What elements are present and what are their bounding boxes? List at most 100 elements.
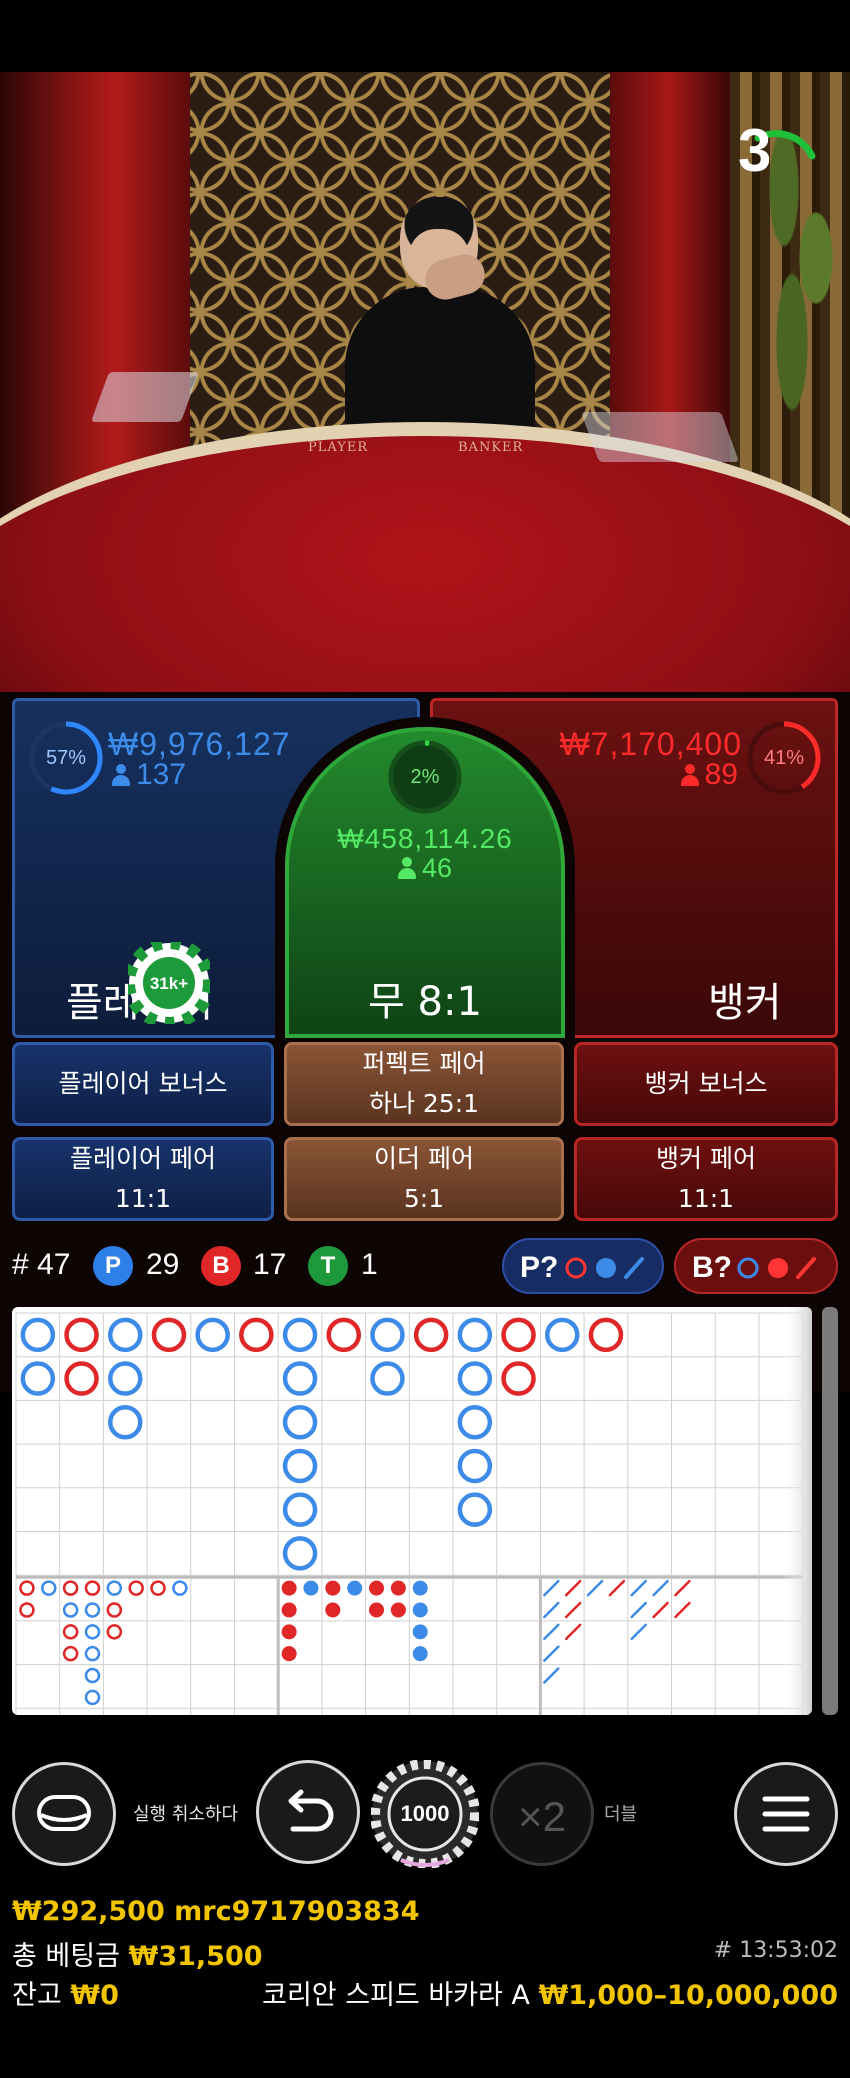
big-eye-road-mark: [128, 1580, 144, 1596]
felt-player-text: PLAYER: [308, 440, 369, 455]
table-info: 코리안 스피드 바카라 A ₩1,000–10,000,000: [262, 1973, 838, 2012]
tie-bet-spot[interactable]: 2% ₩458,114.26 46 무 8:1: [285, 727, 565, 1038]
big-eye-road-mark: [19, 1580, 35, 1596]
cockroach-road-mark: [630, 1601, 647, 1619]
player-bonus-button[interactable]: 플레이어 보너스: [12, 1042, 274, 1126]
perfect-pair-button[interactable]: 퍼펙트 페어 하나 25:1: [284, 1042, 564, 1126]
player-pair-button[interactable]: 플레이어 페어 11:1: [12, 1137, 274, 1221]
small-road-mark: [390, 1602, 406, 1618]
placed-chip-label: 31k+: [150, 974, 188, 993]
player-percent: 57%: [45, 747, 87, 769]
banker-bonus-button[interactable]: 뱅커 보너스: [574, 1042, 838, 1126]
small-road-mark: [281, 1646, 297, 1662]
cockroach-road-mark: [564, 1623, 582, 1641]
game-statistics: # 47 P 29 B 17 T 1 P? B?: [0, 1238, 850, 1294]
banker-predict-icons: [737, 1257, 816, 1279]
green-chip-icon: 31k+: [123, 937, 215, 1029]
banker-win-mark: [501, 1317, 536, 1353]
double-symbol: ×2: [518, 1793, 566, 1840]
player-predict-label: P?: [520, 1251, 559, 1284]
small-road-mark: [369, 1580, 385, 1596]
big-eye-road-mark: [19, 1602, 35, 1618]
player-win-mark: [282, 1492, 318, 1527]
player-win-mark: [108, 1405, 143, 1440]
player-win-mark: [282, 1448, 318, 1484]
player-pair-label: 플레이어 페어: [70, 1144, 216, 1173]
round-number: # 47: [12, 1248, 71, 1281]
roadmap-scoreboard[interactable]: [12, 1307, 812, 1715]
lobby-table-icon: [37, 1795, 91, 1831]
placed-chip[interactable]: 31k+: [123, 937, 215, 1029]
tie-percent-ring: 2%: [387, 739, 463, 815]
card-shoe-right: [580, 412, 740, 462]
menu-button[interactable]: [734, 1762, 838, 1866]
cockroach-road-mark: [608, 1579, 626, 1597]
person-icon: [112, 764, 130, 786]
cockroach-road-mark: [652, 1579, 669, 1597]
balance-label: 잔고: [12, 1980, 62, 2011]
small-road-mark: [412, 1624, 428, 1640]
double-label: 더블: [604, 1804, 638, 1825]
roadmap-scrollbar[interactable]: [822, 1307, 838, 1715]
table-name: 코리안 스피드 바카라 A: [262, 1980, 530, 2011]
person-icon: [397, 857, 416, 879]
player-win-mark: [370, 1361, 405, 1396]
player-win-mark: [282, 1536, 318, 1571]
small-road-mark: [412, 1602, 428, 1618]
player-win-mark: [457, 1361, 493, 1396]
total-bet-label: 총 베팅금: [12, 1941, 120, 1972]
double-button[interactable]: ×2: [490, 1762, 594, 1866]
tie-wins-badge: T: [308, 1246, 348, 1286]
tie-percent: 2%: [410, 766, 440, 788]
game-time: # 13:53:02: [713, 1938, 838, 1963]
player-win-mark: [20, 1361, 56, 1396]
roadmap-grid: [15, 1307, 812, 1715]
chip-icon: 1000: [370, 1759, 480, 1869]
small-road-mark: [347, 1580, 363, 1596]
player-predict-icons: [565, 1257, 644, 1279]
countdown-timer: 3: [730, 102, 830, 202]
banker-win-mark: [64, 1361, 99, 1396]
tie-count-value: 46: [421, 853, 453, 883]
either-pair-button[interactable]: 이더 페어 5:1: [284, 1137, 564, 1221]
banker-wins-badge: B: [201, 1246, 241, 1286]
small-road-mark: [281, 1580, 297, 1596]
big-eye-road-mark: [62, 1580, 79, 1596]
banker-wins-count: 17: [253, 1248, 287, 1281]
small-road-mark: [412, 1646, 428, 1662]
live-video-feed: PLAYER BANKER 3: [0, 72, 850, 692]
big-eye-road-mark: [84, 1602, 101, 1618]
small-road-mark: [325, 1602, 341, 1618]
banker-bonus-label: 뱅커 보너스: [644, 1069, 768, 1098]
player-win-mark: [457, 1492, 493, 1527]
player-win-mark: [108, 1361, 143, 1396]
perfect-pair-label: 퍼펙트 페어: [362, 1049, 486, 1078]
player-predict-button[interactable]: P?: [502, 1238, 664, 1294]
big-eye-road-mark: [84, 1667, 101, 1684]
baccarat-table: [0, 422, 850, 692]
chat-button[interactable]: [12, 1762, 116, 1866]
big-eye-road-mark: [62, 1602, 79, 1618]
perfect-pair-odds: 하나 25:1: [368, 1089, 480, 1118]
undo-button[interactable]: [256, 1760, 360, 1864]
cockroach-road-mark: [652, 1601, 669, 1619]
small-road-mark: [369, 1602, 385, 1618]
banker-win-mark: [413, 1317, 449, 1353]
player-count-value: 137: [136, 758, 187, 791]
card-shoe-left: [90, 372, 200, 422]
player-win-mark: [108, 1317, 143, 1353]
total-bet-value: ₩31,500: [128, 1941, 263, 1972]
big-eye-road-mark: [84, 1645, 101, 1662]
chip-selector[interactable]: 1000: [370, 1759, 480, 1869]
cockroach-road-mark: [630, 1579, 647, 1597]
tie-total-amount: ₩458,114.26: [337, 823, 513, 854]
banker-pair-button[interactable]: 뱅커 페어 11:1: [574, 1137, 838, 1221]
cockroach-road-mark: [543, 1601, 560, 1619]
countdown-number: 3: [738, 117, 772, 184]
cockroach-road-mark: [630, 1623, 647, 1641]
cockroach-road-mark: [543, 1579, 560, 1597]
player-win-mark: [20, 1317, 56, 1353]
banker-predict-button[interactable]: B?: [674, 1238, 838, 1294]
big-eye-road-mark: [106, 1624, 123, 1640]
player-win-mark: [457, 1405, 493, 1440]
